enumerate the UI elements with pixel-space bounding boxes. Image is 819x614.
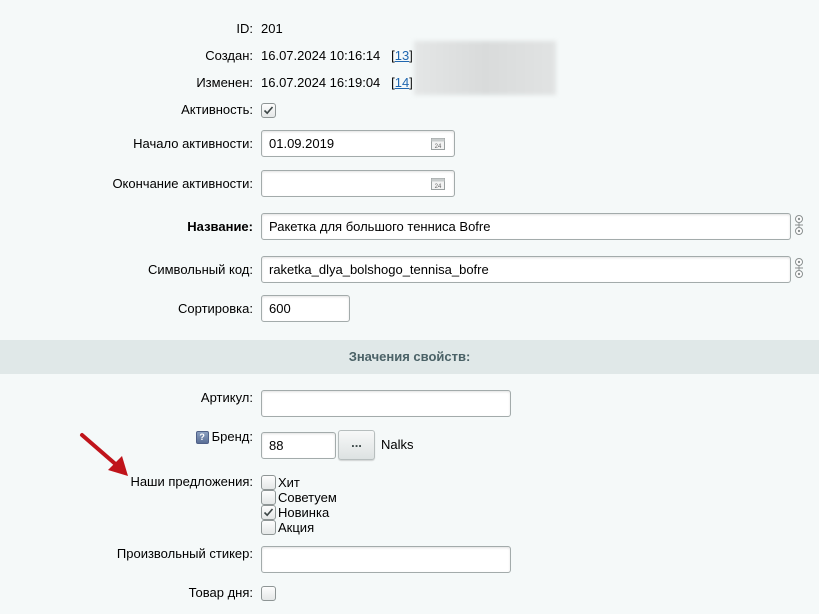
brand-id-value: 88 (269, 438, 284, 453)
created-date: 16.07.2024 10:16:14 (261, 48, 381, 63)
code-label: Символьный код: (147, 262, 253, 277)
name-input[interactable]: Ракетка для большого тенниса Bofre (261, 213, 791, 240)
code-value: raketka_dlya_bolshogo_tennisa_bofre (269, 262, 489, 277)
svg-text:24: 24 (435, 144, 442, 150)
active-label: Активность: (181, 102, 253, 117)
active-checkbox[interactable] (261, 102, 276, 119)
checkbox-box[interactable] (261, 490, 276, 506)
offer-label: Хит (278, 475, 300, 491)
transliterate-icon[interactable] (793, 214, 805, 236)
annotation-arrow (80, 433, 128, 476)
help-icon[interactable]: ? (195, 431, 209, 444)
brand-label-row: ? Бренд: (195, 429, 253, 444)
name-value: Ракетка для большого тенниса Bofre (269, 219, 491, 234)
deal-label: Товар дня: (188, 585, 253, 600)
svg-text:24: 24 (435, 184, 442, 190)
active-from-label: Начало активности: (133, 136, 253, 151)
brand-id-input[interactable]: 88 (261, 432, 336, 459)
checkbox-box (261, 103, 276, 119)
brand-name: Nalks (381, 437, 414, 452)
sticker-input[interactable] (261, 546, 511, 573)
offer-option-recommend[interactable]: Советуем (261, 489, 337, 506)
calendar-icon[interactable]: 24 (431, 137, 445, 150)
modified-value: 16.07.2024 16:19:04 [14] (261, 75, 413, 90)
sort-label: Сортировка: (178, 301, 253, 316)
modified-user-link[interactable]: 14 (395, 75, 409, 90)
created-user-link[interactable]: 13 (395, 48, 409, 63)
code-input[interactable]: raketka_dlya_bolshogo_tennisa_bofre (261, 256, 791, 283)
blurred-user-names (414, 41, 556, 95)
modified-label: Изменен: (196, 75, 253, 90)
deal-checkbox[interactable] (261, 585, 276, 602)
sticker-label: Произвольный стикер: (116, 546, 253, 561)
offer-label: Новинка (278, 505, 330, 521)
offer-label: Советуем (278, 490, 337, 506)
sort-value: 600 (269, 301, 291, 316)
article-input[interactable] (261, 390, 511, 417)
offers-label: Наши предложения: (130, 474, 253, 489)
created-label: Создан: (205, 48, 253, 63)
offer-option-sale[interactable]: Акция (261, 519, 315, 536)
checkbox-box[interactable] (261, 505, 276, 521)
brand-select-button[interactable]: ... (338, 430, 375, 460)
transliterate-icon[interactable] (793, 257, 805, 279)
calendar-icon[interactable]: 24 (431, 177, 445, 190)
checkbox-box (261, 586, 276, 602)
article-label: Артикул: (200, 390, 253, 405)
active-from-input[interactable]: 01.09.2019 24 (261, 130, 455, 157)
brand-label: Бренд: (211, 429, 253, 444)
checkmark-icon (263, 106, 274, 115)
active-to-input[interactable]: 24 (261, 170, 455, 197)
modified-date: 16.07.2024 16:19:04 (261, 75, 381, 90)
offer-label: Акция (278, 520, 315, 536)
id-value: 201 (261, 21, 283, 36)
checkmark-icon (263, 508, 274, 517)
active-from-value: 01.09.2019 (269, 136, 335, 151)
name-label: Название: (187, 219, 253, 234)
checkbox-box[interactable] (261, 520, 276, 536)
active-to-label: Окончание активности: (112, 176, 253, 191)
sort-input[interactable]: 600 (261, 295, 350, 322)
offer-option-new[interactable]: Новинка (261, 504, 330, 521)
properties-section-header: Значения свойств: (0, 340, 819, 374)
checkbox-box[interactable] (261, 475, 276, 491)
offer-option-hit[interactable]: Хит (261, 474, 300, 491)
created-value: 16.07.2024 10:16:14 [13] (261, 48, 413, 63)
id-label: ID: (236, 21, 253, 36)
